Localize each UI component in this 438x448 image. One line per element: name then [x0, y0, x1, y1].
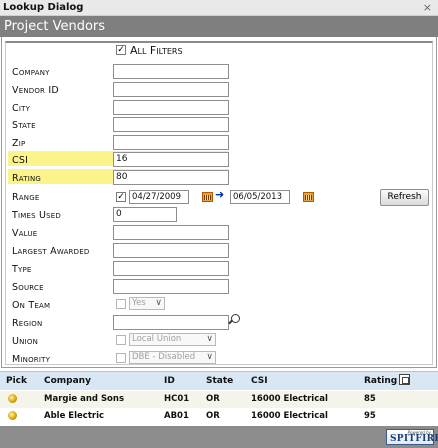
sort-icon[interactable]	[399, 374, 410, 385]
label-type: Type	[12, 264, 32, 275]
column-header-id[interactable]: ID	[164, 376, 175, 386]
chevron-down-icon: ∨	[155, 298, 162, 308]
region-input[interactable]	[113, 315, 229, 330]
union-selected: Local Union	[132, 334, 182, 344]
cell-company: Margie and Sons	[44, 394, 125, 404]
calendar-icon[interactable]	[202, 192, 213, 202]
column-header-csi[interactable]: CSI	[251, 376, 268, 386]
cell-company: Able Electric	[44, 411, 105, 421]
source-input[interactable]	[113, 279, 229, 294]
dialog-titlebar: Lookup Dialog ×	[0, 0, 438, 16]
table-row[interactable]: Margie and Sons HC01 OR 16000 Electrical…	[0, 391, 438, 408]
range-from-input[interactable]: 04/27/2009	[129, 190, 189, 204]
chevron-down-icon: ∨	[206, 334, 213, 344]
rating-input[interactable]: 80	[113, 170, 229, 185]
cell-state: OR	[206, 394, 220, 404]
label-source: Source	[12, 282, 44, 293]
arrow-right-icon: ➜	[215, 188, 225, 201]
all-filters-label: All Filters	[130, 44, 183, 57]
pick-coin-icon[interactable]	[8, 394, 17, 403]
minority-checkbox[interactable]	[116, 353, 126, 363]
all-filters-checkbox[interactable]: ✓	[116, 45, 126, 55]
type-input[interactable]	[113, 261, 229, 276]
logo-text: SPITFIRE	[390, 434, 438, 444]
calendar-icon[interactable]	[303, 192, 314, 202]
label-region: Region	[12, 318, 43, 329]
pick-coin-icon[interactable]	[8, 411, 17, 420]
close-icon[interactable]: ×	[423, 1, 432, 14]
column-header-company[interactable]: Company	[44, 376, 91, 386]
page-title: Project Vendors	[4, 19, 106, 34]
label-company: Company	[12, 67, 50, 78]
label-csi: CSI	[12, 155, 29, 166]
on-team-selected: Yes	[132, 298, 146, 308]
union-checkbox[interactable]	[116, 335, 126, 345]
minority-select[interactable]: DBE - Disabled ∨	[129, 351, 216, 364]
value-input[interactable]	[113, 225, 229, 240]
cell-csi: 16000 Electrical	[251, 411, 328, 421]
csi-input[interactable]: 16	[113, 152, 229, 167]
zip-input[interactable]	[113, 135, 229, 150]
dialog-title: Lookup Dialog	[3, 2, 84, 13]
magnifier-icon[interactable]	[231, 314, 240, 323]
label-on-team: On Team	[12, 300, 51, 311]
label-largest-awarded: Largest Awarded	[12, 246, 90, 257]
column-header-pick[interactable]: Pick	[6, 376, 27, 386]
dialog-footer: Powered by SPITFIRE	[0, 426, 438, 448]
spitfire-logo: Powered by SPITFIRE	[386, 429, 438, 445]
on-team-checkbox[interactable]	[116, 299, 126, 309]
city-input[interactable]	[113, 100, 229, 115]
page-header: Project Vendors	[0, 16, 438, 37]
cell-rating: 85	[364, 394, 376, 404]
label-minority: Minority	[12, 354, 51, 365]
label-city: City	[12, 103, 31, 114]
refresh-button[interactable]: Refresh	[380, 189, 429, 206]
vendor-id-input[interactable]	[113, 82, 229, 97]
cell-csi: 16000 Electrical	[251, 394, 328, 404]
largest-awarded-input[interactable]	[113, 243, 229, 258]
state-input[interactable]	[113, 117, 229, 132]
label-union: Union	[12, 336, 39, 347]
cell-state: OR	[206, 411, 220, 421]
label-value: Value	[12, 228, 38, 239]
label-zip: Zip	[12, 138, 26, 149]
cell-rating: 95	[364, 411, 376, 421]
column-header-rating[interactable]: Rating	[364, 376, 397, 386]
label-state: State	[12, 120, 36, 131]
cell-id: HC01	[164, 394, 190, 404]
cell-id: AB01	[164, 411, 189, 421]
label-rating: Rating	[12, 173, 42, 184]
range-checkbox[interactable]: ✓	[116, 192, 126, 202]
times-used-input[interactable]: 0	[113, 207, 177, 222]
on-team-select[interactable]: Yes ∨	[129, 297, 165, 310]
minority-selected: DBE - Disabled	[132, 352, 196, 362]
label-vendor-id: Vendor ID	[12, 85, 59, 96]
column-header-state[interactable]: State	[206, 376, 233, 386]
union-select[interactable]: Local Union ∨	[129, 333, 216, 346]
range-to-input[interactable]: 06/05/2013	[230, 190, 290, 204]
results-table-header: Pick Company ID State CSI Rating	[0, 371, 438, 390]
label-times-used: Times Used	[12, 210, 62, 221]
table-row[interactable]: Able Electric AB01 OR 16000 Electrical 9…	[0, 408, 438, 425]
chevron-down-icon: ∨	[206, 352, 213, 362]
label-range: Range	[12, 192, 40, 203]
company-input[interactable]	[113, 64, 229, 79]
